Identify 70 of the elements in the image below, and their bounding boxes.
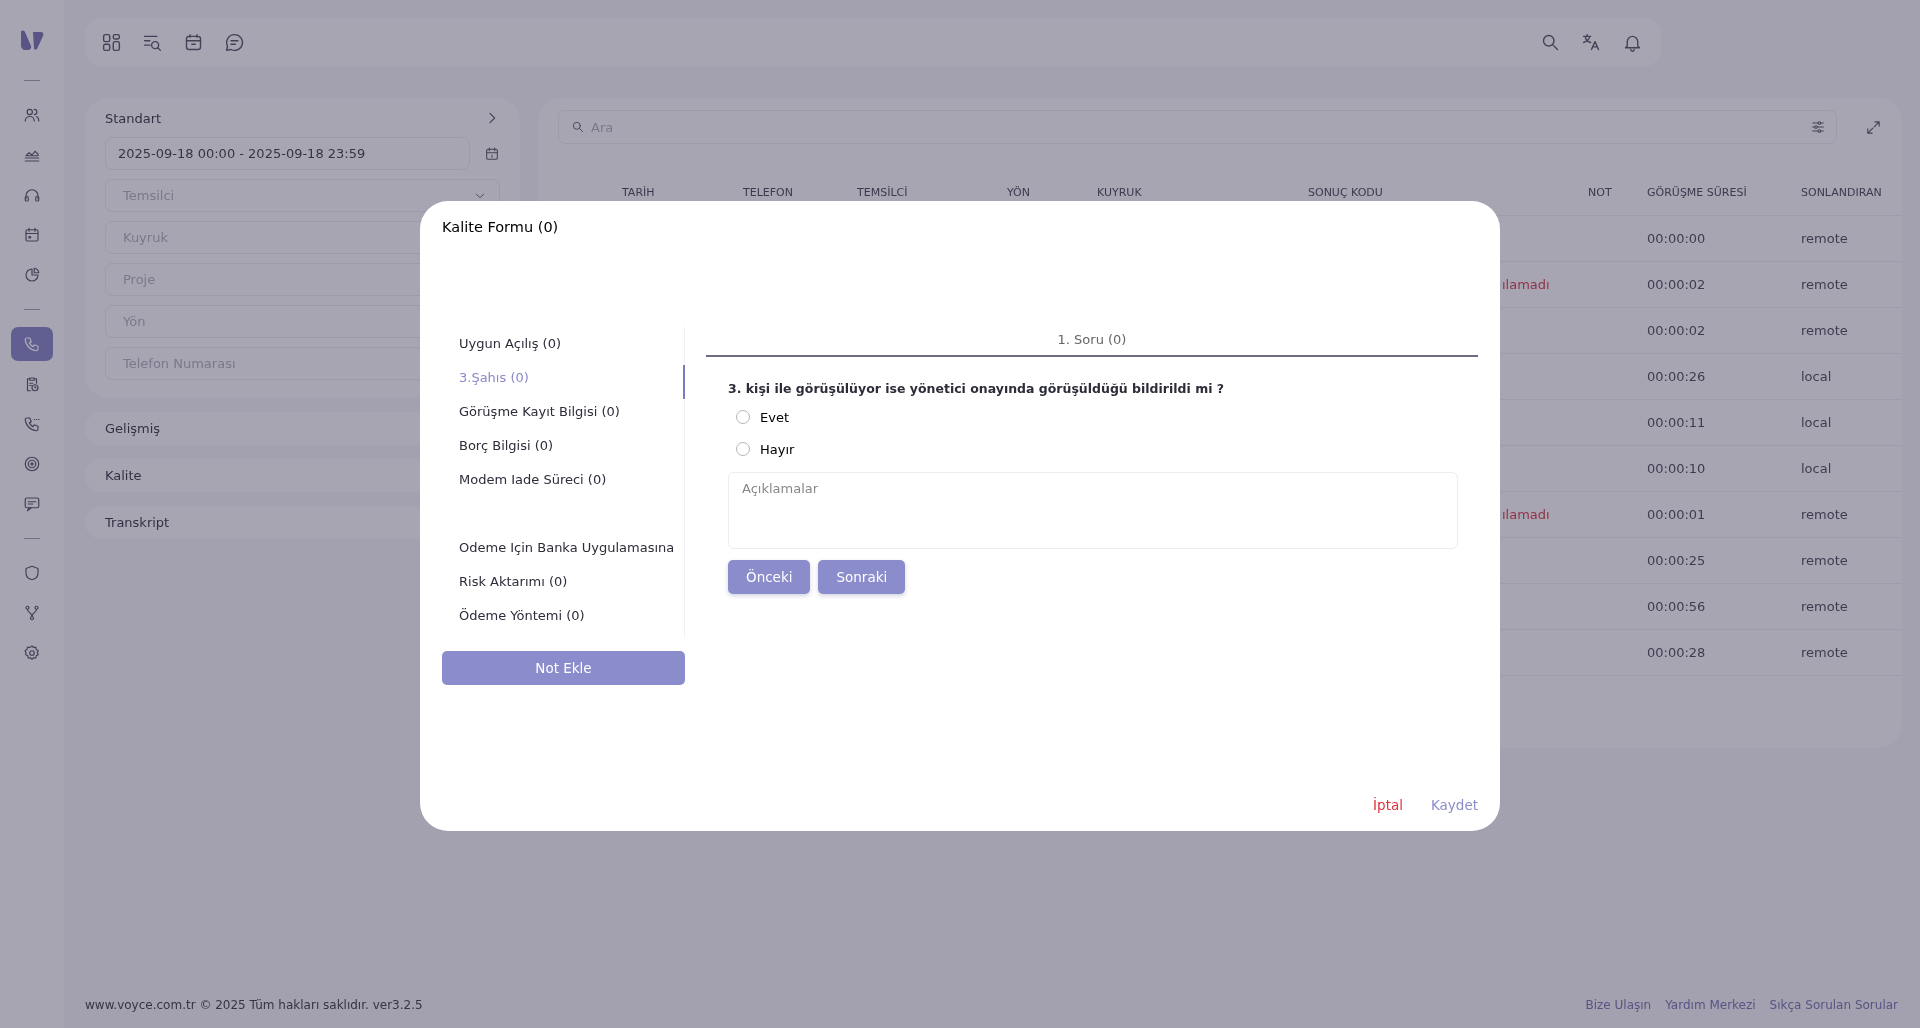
shield-icon — [23, 564, 41, 582]
table-cell: ılamadı — [1502, 507, 1550, 522]
calendar-icon — [23, 226, 41, 244]
category-item[interactable]: 3.Şahıs (0) — [420, 365, 685, 399]
users-icon — [23, 106, 41, 124]
footer-link[interactable]: Bize Ulaşın — [1585, 998, 1652, 1012]
nav-button[interactable]: Önceki — [728, 560, 811, 594]
table-cell-text: remote — [1801, 599, 1849, 614]
table-cell-text: local — [1801, 415, 1833, 430]
question-text: 3. kişi ile görüşülüyor ise yönetici onayında görüşüldüğü bildirildi mi ? — [728, 381, 1226, 396]
table-cell: ılamadı — [1502, 277, 1550, 292]
category-item[interactable]: Ödeme Yöntemi (0) — [420, 603, 685, 637]
headphones-icon — [23, 186, 41, 204]
phone-dots-icon — [23, 415, 41, 433]
table-cell-text: remote — [1801, 553, 1849, 568]
footer-link[interactable]: Yardım Merkezi — [1665, 998, 1756, 1012]
calendar-icon[interactable] — [484, 145, 500, 162]
table-cell-text: remote — [1801, 323, 1849, 338]
column-header: GÖRÜŞME SÜRESİ — [1647, 185, 1748, 199]
branch-icon — [23, 604, 41, 622]
settings-icon — [23, 644, 41, 662]
table-cell-text: local — [1801, 461, 1833, 476]
table-cell-text: remote — [1801, 231, 1849, 246]
footer-link[interactable]: Sıkça Sorulan Sorular — [1769, 998, 1898, 1012]
search-icon — [571, 120, 585, 134]
table-cell-text: 00:00:28 — [1647, 645, 1707, 660]
grid-icon[interactable] — [101, 31, 122, 53]
table-cell-text: remote — [1801, 645, 1849, 660]
message-icon — [23, 495, 41, 513]
option-label: Hayır — [760, 441, 795, 457]
target-icon — [23, 455, 41, 473]
sidebar-item[interactable] — [11, 327, 53, 361]
option-label: Evet — [760, 409, 789, 425]
table-cell-text: 00:00:25 — [1647, 553, 1707, 568]
comment-field[interactable]: Açıklamalar — [728, 472, 1458, 549]
table-cell-text: 00:00:10 — [1647, 461, 1707, 476]
table-cell-text: 00:00:02 — [1647, 277, 1707, 292]
tab[interactable]: 1. Soru (0) — [706, 327, 1478, 357]
nav-button[interactable]: Sonraki — [818, 560, 906, 594]
column-header: TELEFON — [743, 185, 794, 199]
table-cell-text: remote — [1801, 507, 1849, 522]
table-cell-text: 00:00:11 — [1647, 415, 1707, 430]
panel-title: Standart — [105, 110, 162, 126]
add-note-button[interactable]: Not Ekle — [442, 651, 685, 685]
column-header: SONUÇ KODU — [1308, 185, 1384, 199]
column-header: SONLANDIRAN — [1801, 185, 1882, 199]
translate-icon[interactable] — [1581, 31, 1602, 53]
column-header: TARİH — [622, 185, 656, 199]
copyright-text: www.voyce.com.tr © 2025 Tüm hakları saklıdır. ver3.2.5 — [85, 998, 423, 1012]
expand-icon[interactable] — [1864, 118, 1882, 136]
column-header: NOT — [1588, 185, 1613, 199]
date-range-field[interactable]: 2025-09-18 00:00 - 2025-09-18 23:59 — [105, 137, 470, 170]
chat-icon[interactable] — [224, 31, 245, 53]
pie-chart-icon — [23, 266, 41, 284]
table-cell-text: local — [1801, 369, 1833, 384]
archive-icon[interactable] — [183, 31, 204, 53]
phone-icon — [23, 335, 41, 353]
table-cell-text: 00:00:02 — [1647, 323, 1707, 338]
save-button[interactable]: Kaydet — [1430, 797, 1478, 813]
cancel-button[interactable]: İptal — [1373, 797, 1403, 813]
table-cell-text: 00:00:56 — [1647, 599, 1707, 614]
table-cell-text: 00:00:00 — [1647, 231, 1707, 246]
sliders-icon[interactable] — [1809, 119, 1826, 135]
table-cell-text: 00:00:01 — [1647, 507, 1707, 522]
table-cell-text: 00:00:26 — [1647, 369, 1707, 384]
column-header: TEMSİLCİ — [857, 185, 909, 199]
table-cell-text: remote — [1801, 277, 1849, 292]
column-header: YÖN — [1007, 185, 1031, 199]
column-header: KUYRUK — [1097, 185, 1143, 199]
category-item[interactable]: Risk Aktarımı (0) — [420, 569, 685, 603]
